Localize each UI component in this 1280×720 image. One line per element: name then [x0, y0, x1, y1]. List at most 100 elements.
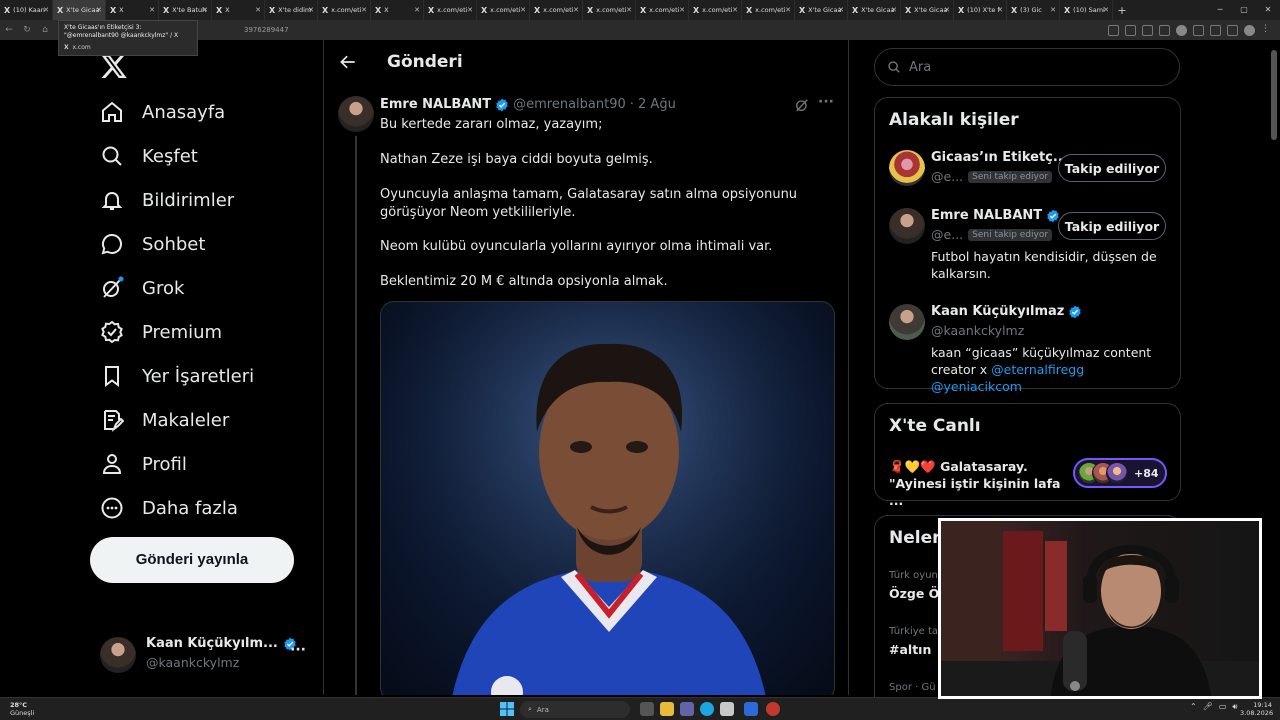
reload-icon[interactable]: ↻ [18, 25, 36, 35]
grok-explain-icon[interactable] [794, 97, 810, 113]
new-tab-button[interactable]: + [1113, 4, 1131, 17]
tab-close-icon[interactable]: ✕ [1050, 6, 1056, 14]
sidebar-item-premium[interactable]: Premium [100, 316, 222, 348]
post-image[interactable] [380, 301, 835, 695]
browser-tab[interactable]: X X'te didim ✕ [265, 0, 318, 20]
browser-tab[interactable]: Xx.com/eti ✕ [689, 0, 742, 20]
tab-close-icon[interactable]: ✕ [414, 6, 420, 14]
scrollbar-thumb[interactable] [1271, 50, 1277, 140]
related-person[interactable]: Gicaas’ın Etiketç... @e... Seni takip ed… [889, 150, 1169, 190]
account-switcher[interactable]: Kaan Küçükyılm... @kaankckylmz ··· [100, 636, 310, 676]
post-author-avatar[interactable] [338, 96, 374, 132]
extension-icon[interactable] [1227, 24, 1238, 36]
bio-mention-link[interactable]: @eternalfiregg [991, 362, 1084, 377]
browser-tab[interactable]: Xx.com/eti ✕ [318, 0, 371, 20]
extension-icon[interactable] [1193, 24, 1204, 36]
tab-close-icon[interactable]: ✕ [520, 6, 526, 14]
extension-icon[interactable] [1210, 24, 1221, 36]
browser-tab[interactable]: X X'te Gicaa ✕ [901, 0, 954, 20]
edge-icon[interactable] [700, 702, 714, 716]
sidebar-item-grok[interactable]: Grok [100, 272, 184, 304]
post-more-icon[interactable]: ··· [818, 94, 834, 110]
tab-close-icon[interactable]: ✕ [679, 6, 685, 14]
network-icon[interactable]: ▭ [1219, 702, 1227, 712]
tab-close-icon[interactable]: ✕ [202, 6, 208, 14]
tab-close-icon[interactable]: ✕ [96, 6, 102, 14]
browser-tab[interactable]: Xx.com/eti ✕ [742, 0, 795, 20]
chevron-up-icon[interactable]: ⌃ [1190, 702, 1197, 712]
extension-icon[interactable] [1159, 24, 1170, 36]
tab-close-icon[interactable]: ✕ [838, 6, 844, 14]
browser-tab[interactable]: X X'te Gicaa ✕ [53, 0, 106, 20]
browser-tab[interactable]: X X'te Gicaa ✕ [795, 0, 848, 20]
weather-widget[interactable]: 28°C Güneşli [10, 701, 34, 717]
browser-tab[interactable]: X X ✕ [371, 0, 424, 20]
sidebar-item-articles[interactable]: Makaleler [100, 404, 229, 436]
tab-close-icon[interactable]: ✕ [997, 6, 1003, 14]
extension-icon[interactable] [1176, 24, 1187, 36]
app-icon[interactable] [744, 702, 758, 716]
browser-tab[interactable]: X (3) Gic ✕ [1007, 0, 1060, 20]
browser-tab[interactable]: Xx.com/eti ✕ [583, 0, 636, 20]
browser-tab[interactable]: Xx.com/eti ✕ [424, 0, 477, 20]
browser-tab[interactable]: X X'te Gicaa ✕ [848, 0, 901, 20]
back-nav-icon[interactable]: ← [0, 25, 18, 35]
trend-name[interactable]: #altın [889, 642, 931, 657]
more-dots-icon[interactable]: ··· [290, 642, 306, 658]
post-author-handle[interactable]: @emrenalbant90 [513, 97, 626, 112]
microphone-icon[interactable]: 🎤︎ [1203, 702, 1213, 712]
tab-close-icon[interactable]: ✕ [732, 6, 738, 14]
tab-close-icon[interactable]: ✕ [891, 6, 897, 14]
store-icon[interactable] [720, 702, 734, 716]
tab-close-icon[interactable]: ✕ [1103, 6, 1109, 14]
live-listeners-pill[interactable]: +84 [1073, 458, 1167, 488]
tab-close-icon[interactable]: ✕ [785, 6, 791, 14]
following-button[interactable]: Takip ediliyor [1058, 212, 1166, 240]
browser-tab[interactable]: Xx.com/eti ✕ [530, 0, 583, 20]
menu-icon[interactable]: ⋮ [1261, 24, 1272, 36]
extension-icon[interactable] [1108, 24, 1119, 36]
taskbar-clock[interactable]: 19:14 3.08.2026 [1240, 701, 1273, 717]
sidebar-item-notifications[interactable]: Bildirimler [100, 184, 234, 216]
extension-icon[interactable] [1125, 24, 1136, 36]
tab-close-icon[interactable]: ✕ [626, 6, 632, 14]
teams-icon[interactable] [680, 702, 694, 716]
windows-start-icon[interactable] [500, 702, 514, 716]
post-date[interactable]: · 2 Ağu [630, 97, 676, 112]
sidebar-item-explore[interactable]: Keşfet [100, 140, 198, 172]
browser-tab[interactable]: X X ✕ [212, 0, 265, 20]
tab-close-icon[interactable]: ✕ [255, 6, 261, 14]
search-box[interactable] [874, 48, 1180, 86]
browser-tab[interactable]: X X'te Batuh ✕ [159, 0, 212, 20]
url-field[interactable]: 3976289447 [64, 26, 1108, 34]
back-arrow-icon[interactable] [338, 52, 358, 72]
browser-tab[interactable]: X (10) X'te f ✕ [954, 0, 1007, 20]
live-card[interactable]: X'te Canlı 🧣💛❤️ Galatasaray. "Ayinesi iş… [874, 403, 1181, 508]
browser-tab[interactable]: X X ✕ [106, 0, 159, 20]
related-person[interactable]: Emre NALBANT @e... Seni takip ediyor Tak… [889, 208, 1169, 288]
post-author-name[interactable]: Emre NALBANT [380, 97, 491, 112]
browser-tab[interactable]: Xx.com/eti ✕ [636, 0, 689, 20]
sidebar-item-more[interactable]: Daha fazla [100, 492, 238, 524]
bio-mention-link[interactable]: @yeniacikcom [931, 379, 1022, 394]
post-button[interactable]: Gönderi yayınla [90, 537, 294, 583]
volume-icon[interactable]: 🔊︎ [1232, 702, 1237, 712]
tab-close-icon[interactable]: ✕ [43, 6, 49, 14]
browser-tab[interactable]: Xx.com/eti ✕ [477, 0, 530, 20]
search-input[interactable] [909, 59, 1159, 75]
sidebar-item-home[interactable]: Anasayfa [100, 96, 225, 128]
minimize-icon[interactable]: ─ [1208, 0, 1232, 20]
maximize-icon[interactable]: ▢ [1232, 0, 1256, 20]
tab-close-icon[interactable]: ✕ [467, 6, 473, 14]
browser-tab[interactable]: X (10) Sami ✕ [1060, 0, 1113, 20]
tab-close-icon[interactable]: ✕ [149, 6, 155, 14]
related-person[interactable]: Kaan Küçükyılmaz @kaankckylmz kaan “gica… [889, 304, 1169, 394]
tab-close-icon[interactable]: ✕ [573, 6, 579, 14]
file-explorer-icon[interactable] [660, 702, 674, 716]
home-nav-icon[interactable]: ⌂ [36, 25, 54, 35]
tab-close-icon[interactable]: ✕ [308, 6, 314, 14]
browser-tab[interactable]: X (10) Kaan ✕ [0, 0, 53, 20]
tab-close-icon[interactable]: ✕ [361, 6, 367, 14]
tab-close-icon[interactable]: ✕ [944, 6, 950, 14]
profile-avatar-icon[interactable] [1244, 24, 1255, 36]
